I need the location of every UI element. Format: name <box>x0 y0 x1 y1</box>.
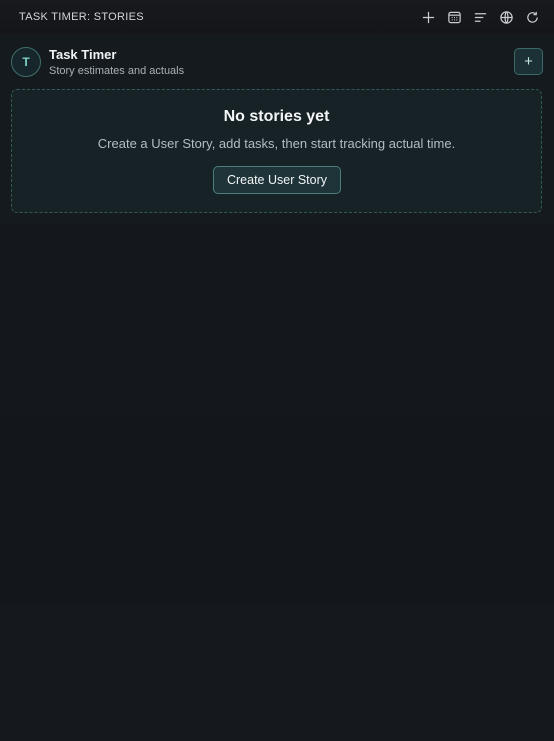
window-title: TASK TIMER: STORIES <box>19 11 144 23</box>
plus-icon <box>422 11 434 23</box>
calendar-icon <box>447 11 461 23</box>
title-toolbar <box>418 7 542 27</box>
empty-state-title: No stories yet <box>223 108 330 125</box>
web-button[interactable] <box>496 7 516 27</box>
refresh-button[interactable] <box>522 7 542 27</box>
task-timer-panel: TASK TIMER: STORIES T Task Timer Story e… <box>0 0 554 741</box>
page-subtitle: Story estimates and actuals <box>49 65 185 77</box>
empty-state: No stories yet Create a User Story, add … <box>11 89 542 213</box>
page-title: Task Timer <box>49 47 117 62</box>
calendar-button[interactable] <box>444 7 464 27</box>
refresh-icon <box>526 11 538 23</box>
empty-state-message: Create a User Story, add tasks, then sta… <box>97 136 456 151</box>
background-band <box>0 604 554 741</box>
new-story-button[interactable] <box>418 7 438 27</box>
globe-icon <box>499 10 513 24</box>
create-user-story-button[interactable]: Create User Story <box>213 166 341 194</box>
add-story-button[interactable]: + <box>514 48 543 75</box>
avatar: T <box>11 47 41 77</box>
background-band <box>0 224 554 414</box>
list-icon <box>474 12 486 22</box>
list-view-button[interactable] <box>470 7 490 27</box>
panel-header: T Task Timer Story estimates and actuals… <box>11 47 543 79</box>
background-band <box>0 414 554 604</box>
